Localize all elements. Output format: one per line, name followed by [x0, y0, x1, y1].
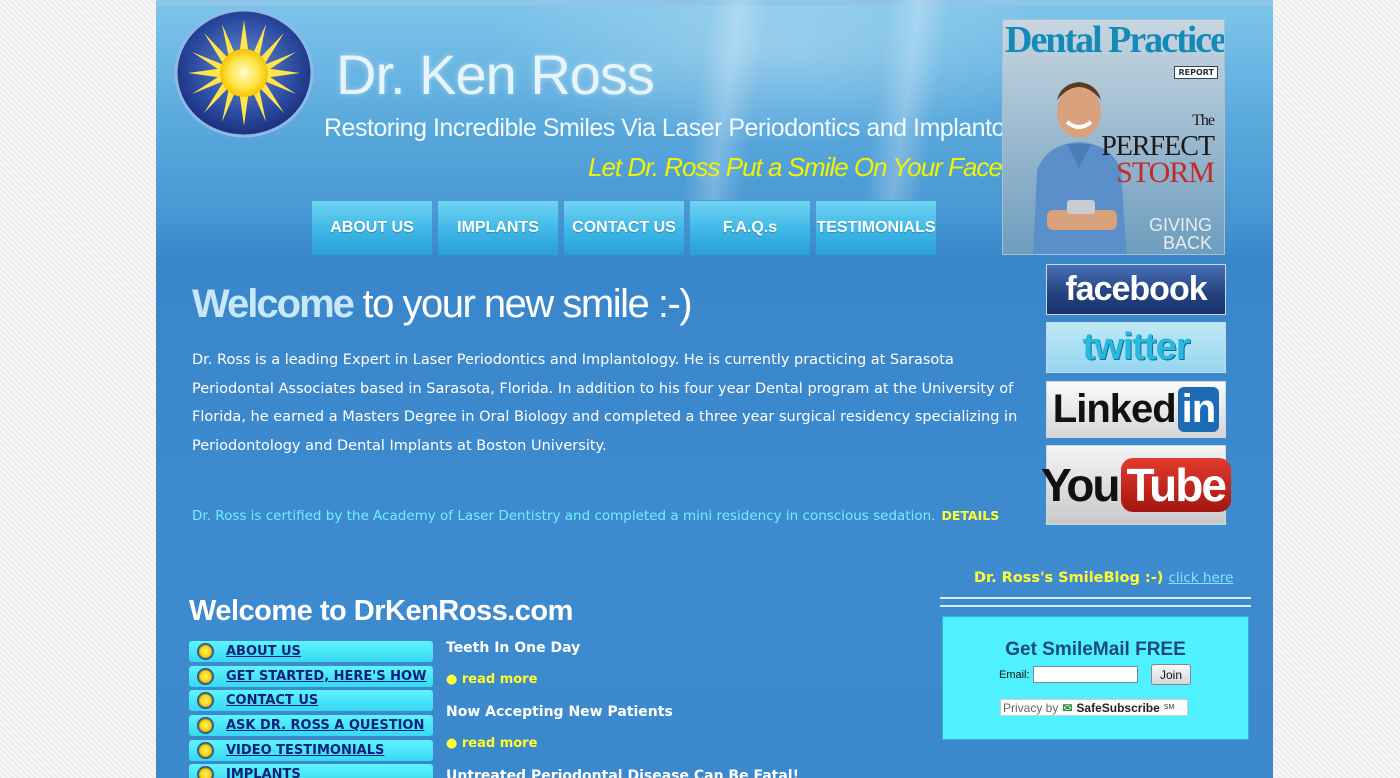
menu-item-get-started[interactable]: GET STARTED, HERE'S HOW — [189, 665, 433, 687]
menu-item-label: IMPLANTS — [226, 767, 301, 778]
linkedin-label: Linked — [1052, 387, 1177, 431]
magazine-report-label: REPORT — [1174, 66, 1218, 79]
news-title[interactable]: Untreated Periodontal Disease Can Be Fat… — [446, 768, 799, 778]
smilemail-title: Get SmileMail FREE — [1005, 639, 1186, 660]
smileblog-row: Dr. Ross's SmileBlog :-) click here — [974, 570, 1233, 586]
safesubscribe-privacy-badge[interactable]: Privacy by ✉ SafeSubscribe SM — [1000, 699, 1188, 716]
left-menu: ABOUT US GET STARTED, HERE'S HOW CONTACT… — [189, 641, 433, 778]
magazine-giving-back: GIVING BACK — [1149, 216, 1212, 252]
smileblog-click-here-link[interactable]: click here — [1168, 570, 1233, 586]
welcome-site-heading: Welcome to DrKenRoss.com — [189, 595, 573, 627]
menu-item-label: VIDEO TESTIMONIALS — [226, 742, 385, 758]
main-nav: ABOUT US IMPLANTS CONTACT US F.A.Q.s TES… — [312, 201, 936, 255]
youtube-tube-badge: Tube — [1120, 458, 1231, 512]
nav-faqs[interactable]: F.A.Q.s — [690, 201, 810, 255]
welcome-heading-bold: Welcome — [192, 282, 355, 326]
menu-item-label: GET STARTED, HERE'S HOW — [226, 668, 427, 684]
email-field[interactable] — [1033, 666, 1138, 683]
linkedin-button[interactable]: Linked in — [1046, 381, 1226, 438]
magazine-headline: The PERFECT STORM — [1101, 108, 1215, 189]
magazine-headline-storm: STORM — [1116, 156, 1215, 189]
linkedin-in-badge: in — [1177, 387, 1220, 432]
sun-bullet-icon — [197, 741, 214, 759]
tagline: Restoring Incredible Smiles Via Laser Pe… — [324, 114, 1056, 142]
magazine-cover-image[interactable]: Dental Practice REPORT The PERFECT STORM… — [1002, 19, 1225, 255]
twitter-label: twitter — [1082, 326, 1191, 368]
checkmark-envelope-icon: ✉ — [1062, 700, 1073, 715]
menu-item-label: ASK DR. ROSS A QUESTION — [226, 718, 425, 734]
nav-contact-us[interactable]: CONTACT US — [564, 201, 684, 255]
magazine-giving: GIVING — [1148, 215, 1212, 235]
smilemail-signup-box: Get SmileMail FREE Email: Join Privacy b… — [942, 616, 1249, 740]
sun-bullet-icon — [197, 643, 214, 660]
sun-bullet-icon — [197, 717, 214, 735]
safesubscribe-sm-mark: SM — [1163, 704, 1175, 711]
twitter-button[interactable]: twitter — [1046, 322, 1226, 373]
facebook-label: facebook — [1065, 270, 1207, 308]
read-more-link[interactable]: ● read more — [446, 662, 799, 704]
news-list: Teeth In One Day ● read more Now Accepti… — [446, 640, 799, 778]
menu-item-label: CONTACT US — [226, 693, 319, 709]
subtagline: Let Dr. Ross Put a Smile On Your Face — [588, 152, 1003, 182]
menu-item-ask-question[interactable]: ASK DR. ROSS A QUESTION — [189, 715, 433, 737]
youtube-you-label: You — [1041, 459, 1120, 511]
magazine-title: Dental Practice — [1005, 19, 1225, 61]
certification-sentence: Dr. Ross is certified by the Academy of … — [192, 508, 936, 524]
menu-item-contact-us[interactable]: CONTACT US — [189, 690, 433, 712]
menu-item-about-us[interactable]: ABOUT US — [189, 641, 433, 662]
site-title: Dr. Ken Ross — [336, 43, 655, 106]
news-title[interactable]: Teeth In One Day — [446, 640, 799, 662]
join-button[interactable]: Join — [1151, 664, 1191, 685]
details-link[interactable]: DETAILS — [941, 508, 999, 523]
magazine-back: BACK — [1162, 233, 1212, 253]
intro-paragraph: Dr. Ross is a leading Expert in Laser Pe… — [192, 352, 1018, 454]
divider — [940, 597, 1251, 599]
privacy-by-label: Privacy by — [1003, 700, 1059, 715]
email-label: Email: — [999, 669, 1030, 681]
divider — [940, 605, 1251, 607]
menu-item-label: ABOUT US — [226, 644, 301, 659]
facebook-button[interactable]: facebook — [1046, 264, 1226, 315]
welcome-heading: Welcome to your new smile :-) — [192, 282, 693, 327]
youtube-button[interactable]: You Tube — [1041, 445, 1231, 525]
certification-text: Dr. Ross is certified by the Academy of … — [192, 508, 999, 524]
sun-logo-icon[interactable] — [174, 8, 316, 138]
sun-bullet-icon — [197, 667, 214, 685]
news-title[interactable]: Now Accepting New Patients — [446, 704, 799, 726]
read-more-link[interactable]: ● read more — [446, 726, 799, 768]
menu-item-implants[interactable]: IMPLANTS — [189, 764, 433, 778]
nav-implants[interactable]: IMPLANTS — [438, 201, 558, 255]
nav-about-us[interactable]: ABOUT US — [312, 201, 432, 255]
sun-bullet-icon — [197, 766, 214, 778]
sun-bullet-icon — [197, 692, 214, 710]
safesubscribe-label: SafeSubscribe — [1076, 700, 1160, 715]
welcome-heading-rest: to your new smile :-) — [352, 282, 693, 326]
nav-testimonials[interactable]: TESTIMONIALS — [816, 201, 936, 255]
menu-item-video-testimonials[interactable]: VIDEO TESTIMONIALS — [189, 739, 433, 761]
smileblog-label: Dr. Ross's SmileBlog :-) — [974, 570, 1164, 586]
page-container: Dr. Ken Ross Restoring Incredible Smiles… — [156, 0, 1273, 778]
